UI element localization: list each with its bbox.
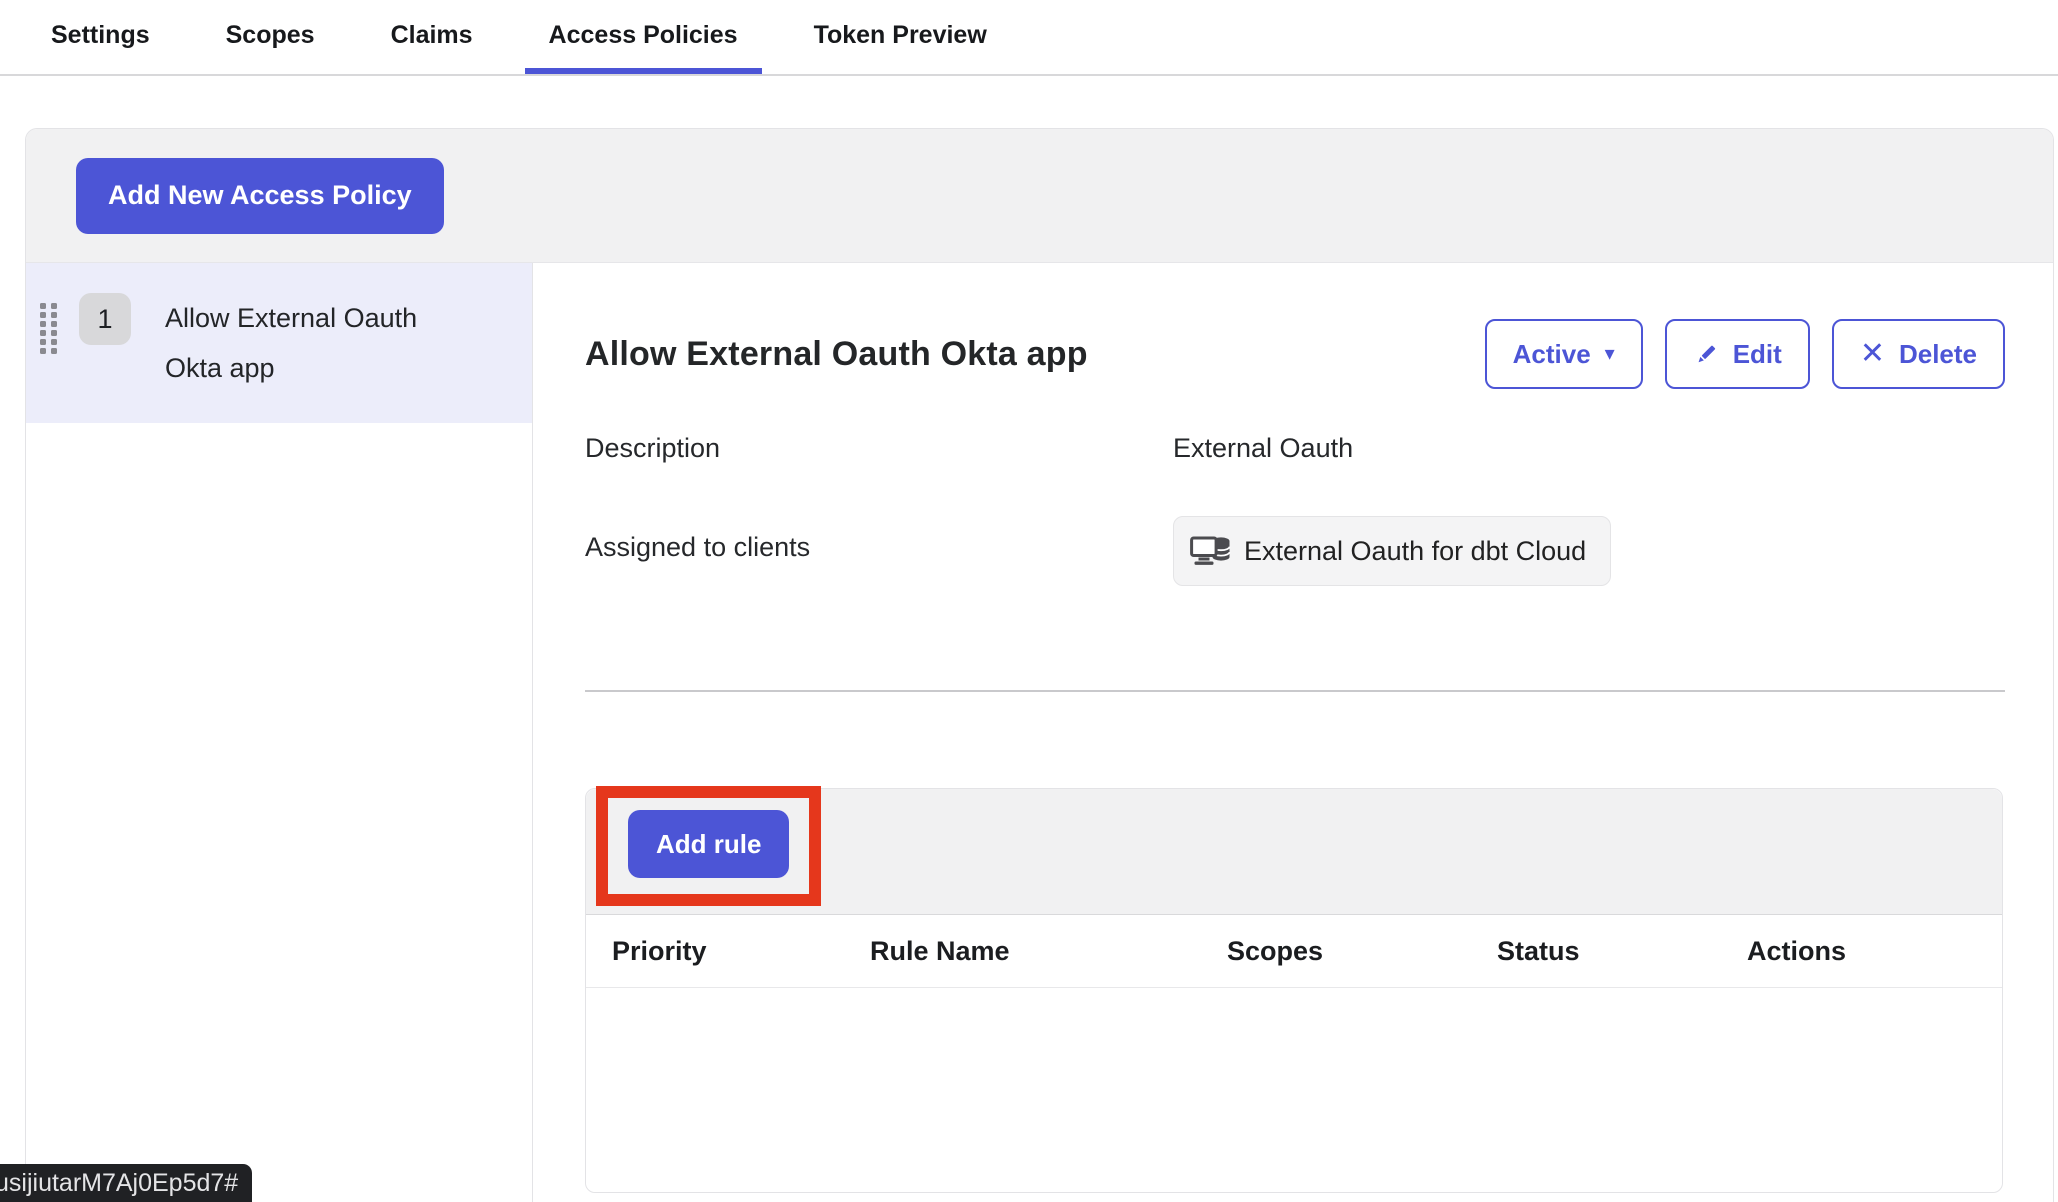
rules-panel: Add rule Priority Rule Name Scopes Statu… xyxy=(585,788,2003,1193)
chevron-down-icon: ▾ xyxy=(1605,344,1615,364)
policy-detail-header: Allow External Oauth Okta app Active ▾ xyxy=(585,319,2005,389)
tab-scopes[interactable]: Scopes xyxy=(202,0,339,74)
edit-button[interactable]: Edit xyxy=(1665,319,1810,389)
policy-toolbar: Add New Access Policy xyxy=(26,129,2053,263)
description-row: Description External Oauth xyxy=(585,433,2005,464)
policy-priority-badge: 1 xyxy=(79,293,131,345)
rules-table-header: Priority Rule Name Scopes Status Actions xyxy=(586,915,2002,988)
drag-handle-icon[interactable] xyxy=(40,303,57,354)
section-divider xyxy=(585,690,2005,692)
tab-token-preview[interactable]: Token Preview xyxy=(790,0,1011,74)
access-policies-panel: Add New Access Policy 1 Allow External O… xyxy=(25,128,2054,1202)
link-preview-tooltip: usijiutarM7Aj0Ep5d7# xyxy=(0,1164,252,1202)
column-header-rule-name: Rule Name xyxy=(870,936,1227,967)
pencil-icon xyxy=(1693,341,1719,367)
assigned-clients-label: Assigned to clients xyxy=(585,516,1173,563)
policy-list: 1 Allow External Oauth Okta app xyxy=(26,263,533,1202)
column-header-actions: Actions xyxy=(1747,936,2002,967)
delete-button-label: Delete xyxy=(1899,339,1977,370)
policy-detail-pane: Allow External Oauth Okta app Active ▾ xyxy=(533,263,2053,1202)
tab-access-policies[interactable]: Access Policies xyxy=(525,0,762,74)
access-policies-page: Settings Scopes Claims Access Policies T… xyxy=(0,0,2058,1202)
rules-toolbar: Add rule xyxy=(586,789,2002,915)
link-preview-text: usijiutarM7Aj0Ep5d7# xyxy=(2,1169,238,1198)
tab-claims[interactable]: Claims xyxy=(367,0,497,74)
tab-bar: Settings Scopes Claims Access Policies T… xyxy=(0,0,2058,76)
description-value: External Oauth xyxy=(1173,433,1353,464)
tab-settings[interactable]: Settings xyxy=(27,0,174,74)
policy-title: Allow External Oauth Okta app xyxy=(585,335,1088,374)
x-icon: ✕ xyxy=(1860,339,1885,369)
delete-button[interactable]: ✕ Delete xyxy=(1832,319,2005,389)
description-label: Description xyxy=(585,433,1173,464)
client-chip[interactable]: External Oauth for dbt Cloud xyxy=(1173,516,1611,586)
policy-list-item-selected[interactable]: 1 Allow External Oauth Okta app xyxy=(26,263,532,423)
policy-name-label: Allow External Oauth Okta app xyxy=(165,293,465,393)
column-header-status: Status xyxy=(1497,936,1747,967)
annotation-highlight-box: Add rule xyxy=(596,786,821,906)
policy-actions: Active ▾ Edit xyxy=(1485,319,2005,389)
edit-button-label: Edit xyxy=(1733,339,1782,370)
policy-body: 1 Allow External Oauth Okta app Allow Ex… xyxy=(26,263,2053,1202)
column-header-scopes: Scopes xyxy=(1227,936,1497,967)
assigned-clients-row: Assigned to clients Externa xyxy=(585,516,2005,586)
add-new-access-policy-button[interactable]: Add New Access Policy xyxy=(76,158,444,234)
active-status-button[interactable]: Active ▾ xyxy=(1485,319,1643,389)
rules-table-body xyxy=(586,988,2002,1192)
client-chip-label: External Oauth for dbt Cloud xyxy=(1244,536,1586,567)
add-rule-button[interactable]: Add rule xyxy=(628,810,789,878)
column-header-priority: Priority xyxy=(612,936,870,967)
active-status-label: Active xyxy=(1513,339,1591,370)
client-app-icon xyxy=(1190,534,1232,568)
